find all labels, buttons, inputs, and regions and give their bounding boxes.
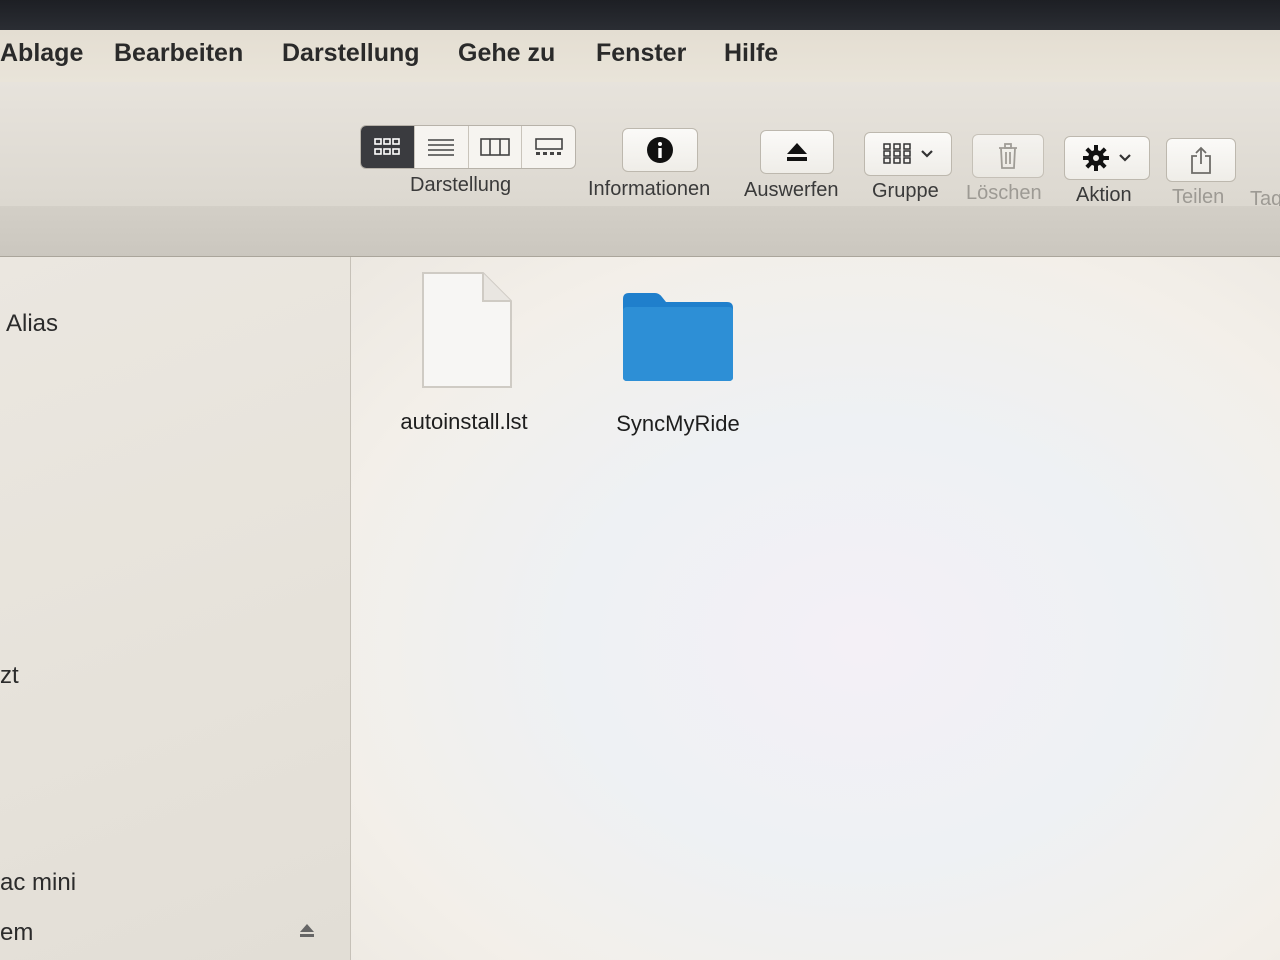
eject-label: Auswerfen [744,179,839,201]
column-view-button[interactable] [469,126,523,168]
delete-label: Löschen [966,182,1042,204]
sidebar-item-alias[interactable]: Alias [6,310,58,338]
list-lines-icon [428,139,455,156]
file-name[interactable]: autoinstall.lst [391,409,537,435]
action-button[interactable] [1064,136,1150,180]
menu-darstellung[interactable]: Darstellung [282,39,420,68]
action-label: Aktion [1076,184,1132,206]
sidebar: Alias zt ac mini em [0,257,351,960]
gallery-view-button[interactable] [522,126,575,168]
group-button[interactable] [864,132,952,176]
group-label: Gruppe [872,180,939,202]
folder-name[interactable]: SyncMyRide [603,411,753,437]
share-button[interactable] [1166,138,1236,182]
info-label: Informationen [588,178,711,200]
eject-button[interactable] [760,130,834,174]
sidebar-item-mac-mini[interactable]: ac mini [0,869,76,897]
sidebar-item-system[interactable]: em [0,919,33,947]
folder-icon [623,293,733,381]
view-label: Darstellung [410,174,512,196]
menu-gehe-zu[interactable]: Gehe zu [458,39,555,68]
menu-fenster[interactable]: Fenster [596,39,686,68]
menu-bearbeiten[interactable]: Bearbeiten [114,39,243,68]
view-mode-control [360,125,576,169]
menu-bar: Ablage Bearbeiten Darstellung Gehe zu Fe… [0,30,1280,83]
chevron-down-icon [1119,154,1131,162]
menu-ablage[interactable]: Ablage [0,39,83,68]
screen-bezel [0,0,1280,34]
eject-icon[interactable] [298,922,316,940]
columns-icon [480,138,510,156]
icon-grid-icon [374,138,401,155]
file-browser-area: autoinstall.lst SyncMyRide [351,257,1280,960]
info-icon [647,137,673,163]
sidebar-item-zt[interactable]: zt [0,662,19,690]
list-view-button[interactable] [415,126,469,168]
folder-item[interactable] [619,291,737,383]
icon-view-button[interactable] [361,126,415,168]
group-grid-icon [883,143,911,164]
info-button[interactable] [622,128,698,172]
file-item[interactable] [421,271,513,389]
finder-toolbar: Darstellung Informationen Auswerfen Grup… [0,82,1280,210]
eject-icon [787,143,807,161]
gallery-icon [534,138,563,155]
share-icon [1191,146,1211,174]
chevron-down-icon [921,150,933,158]
trash-icon [999,143,1017,169]
menu-hilfe[interactable]: Hilfe [724,39,778,68]
delete-button[interactable] [972,134,1044,178]
tab-bar [0,206,1280,257]
gear-icon [1083,145,1109,171]
document-icon [422,272,512,388]
